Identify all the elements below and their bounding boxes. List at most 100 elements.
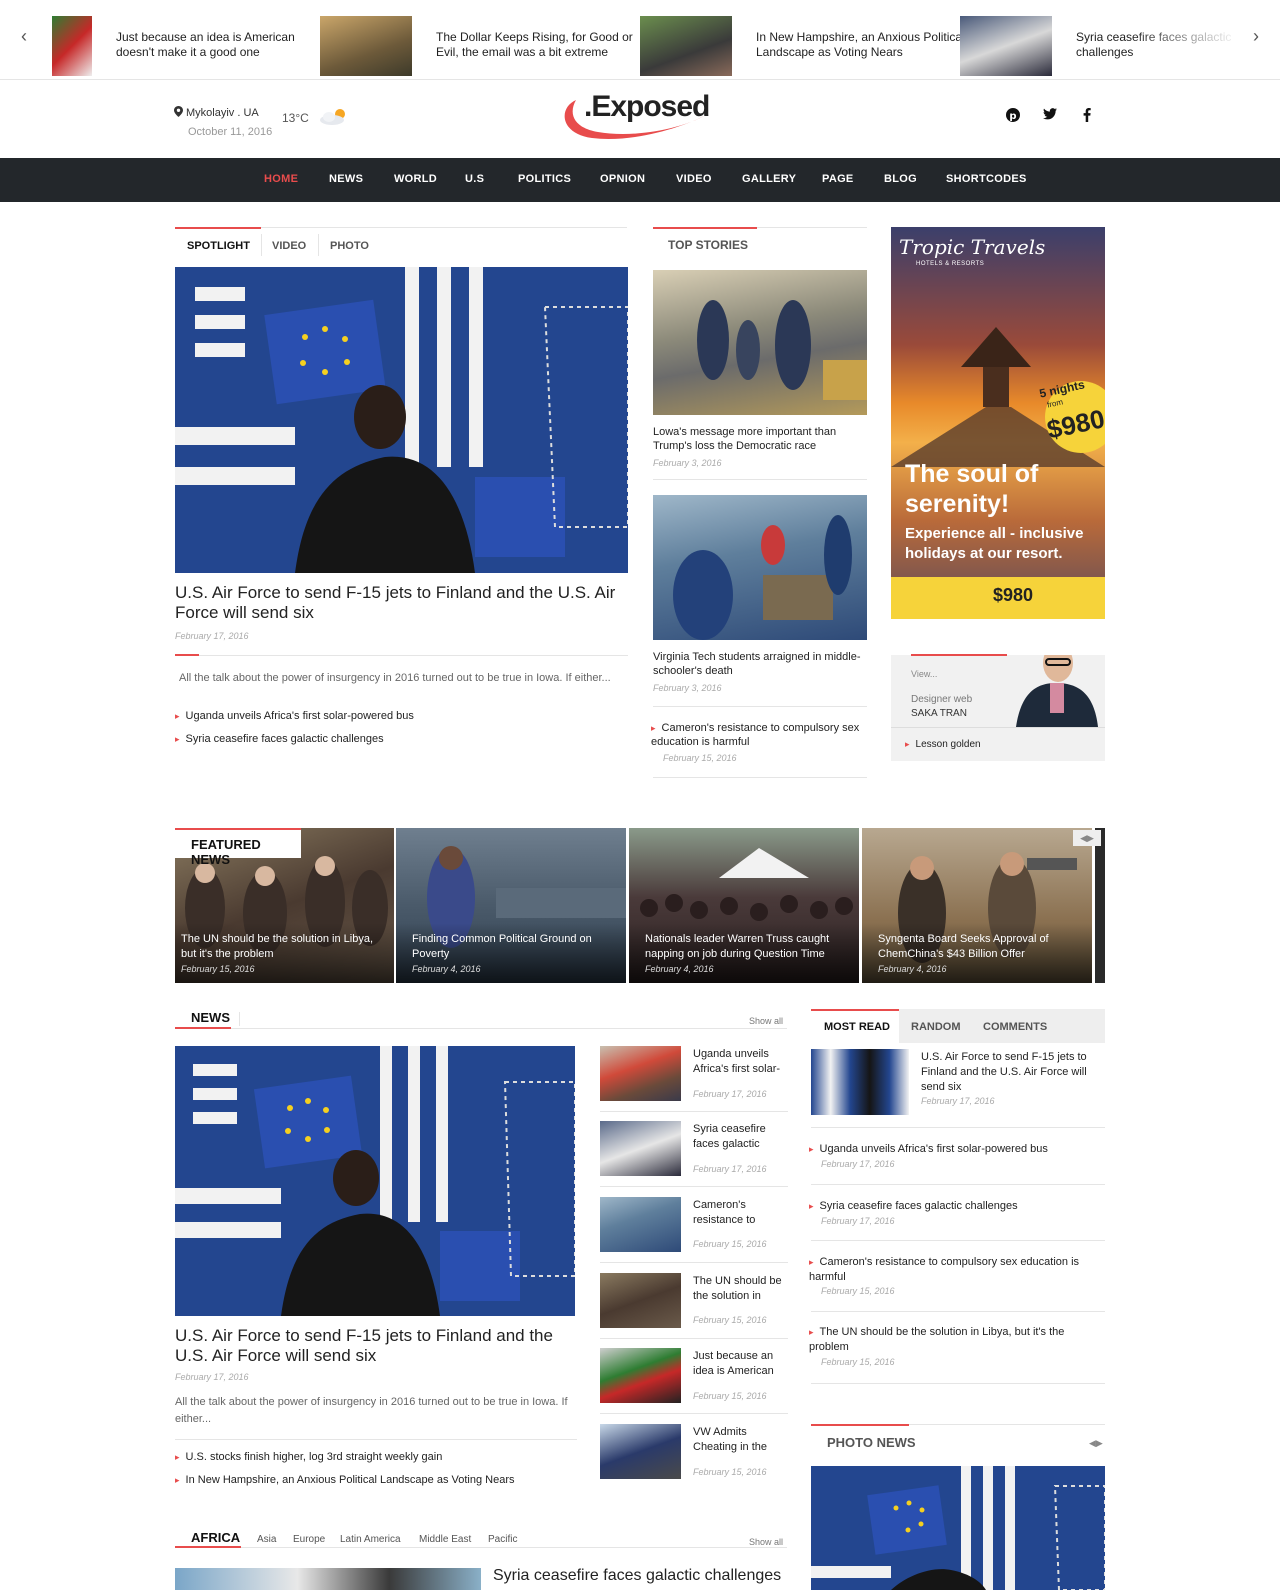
nav-item-blog[interactable]: BLOG	[884, 173, 917, 185]
tab-spotlight[interactable]: SPOTLIGHT	[187, 240, 250, 252]
nav-item-page[interactable]: PAGE	[822, 173, 854, 185]
tab-asia[interactable]: Asia	[257, 1534, 276, 1545]
tab-middle-east[interactable]: Middle East	[419, 1534, 471, 1545]
spotlight-date: February 17, 2016	[175, 631, 249, 641]
nav-item-shortcodes[interactable]: SHORTCODES	[946, 173, 1027, 185]
spotlight-link[interactable]: Syria ceasefire faces galactic challenge…	[175, 733, 384, 745]
temperature-text: 13°C	[282, 111, 309, 125]
spotlight-image[interactable]	[175, 267, 628, 573]
top-story-link[interactable]: Cameron's resistance to compulsory sex e…	[651, 721, 865, 749]
tab-latin-america[interactable]: Latin America	[340, 1534, 401, 1545]
ticker-item[interactable]: In New Hampshire, an Anxious Political L…	[640, 16, 965, 76]
news-side-title[interactable]: Syria ceasefire faces galactic	[693, 1122, 788, 1152]
photo-news-arrows-icon[interactable]: ◀▶	[1089, 1438, 1103, 1449]
news-main-title[interactable]: U.S. Air Force to send F-15 jets to Finl…	[175, 1326, 575, 1366]
tab-comments[interactable]: COMMENTS	[983, 1021, 1047, 1033]
news-link[interactable]: In New Hampshire, an Anxious Political L…	[175, 1474, 515, 1486]
news-heading: NEWS	[191, 1010, 230, 1025]
top-story-image[interactable]	[653, 270, 867, 415]
ticker-thumb	[640, 16, 732, 76]
location-text: Mykolayiv . UA	[186, 107, 259, 119]
news-side-thumb[interactable]	[600, 1348, 681, 1403]
svg-text:p: p	[1009, 111, 1016, 122]
nav-item-politics[interactable]: POLITICS	[518, 173, 571, 185]
pinterest-icon[interactable]: p	[1004, 108, 1022, 126]
most-read-thumb[interactable]	[811, 1049, 909, 1115]
tropic-travels-ad[interactable]: Tropic Travels HOTELS & RESORTS 5 nights…	[891, 227, 1105, 619]
news-side-thumb[interactable]	[600, 1273, 681, 1328]
nav-item-world[interactable]: WORLD	[394, 173, 437, 185]
ticker-item[interactable]: Just because an idea is American doesn't…	[52, 16, 352, 76]
news-side-title[interactable]: VW Admits Cheating in the	[693, 1425, 788, 1455]
africa-main-image[interactable]	[175, 1568, 481, 1590]
nav-item-opinion[interactable]: OPNION	[600, 173, 645, 185]
ad-brand-sub: HOTELS & RESORTS	[916, 261, 985, 267]
tab-europe[interactable]: Europe	[293, 1534, 325, 1545]
top-story-title[interactable]: Lowa's message more important than Trump…	[653, 425, 867, 453]
tab-africa[interactable]: AFRICA	[191, 1530, 240, 1545]
spotlight-title[interactable]: U.S. Air Force to send F-15 jets to Finl…	[175, 583, 628, 623]
featured-nav-arrows-icon[interactable]: ◀▶	[1073, 830, 1101, 846]
nav-item-us[interactable]: U.S	[465, 173, 484, 185]
news-side-thumb[interactable]	[600, 1197, 681, 1252]
featured-title: The UN should be the solution in Libya, …	[181, 933, 374, 960]
tab-video[interactable]: VIDEO	[272, 240, 306, 252]
africa-main-title[interactable]: Syria ceasefire faces galactic challenge…	[493, 1567, 793, 1585]
nav-item-home[interactable]: HOME	[264, 173, 298, 185]
top-story-title[interactable]: Virginia Tech students arraigned in midd…	[653, 650, 867, 678]
news-side-title[interactable]: Cameron's resistance to	[693, 1198, 788, 1228]
nav-item-video[interactable]: VIDEO	[676, 173, 712, 185]
profile-avatar	[1016, 655, 1098, 727]
tab-photo[interactable]: PHOTO	[330, 240, 369, 252]
news-side-thumb[interactable]	[600, 1121, 681, 1176]
ticker-item[interactable]: The Dollar Keeps Rising, for Good or Evi…	[320, 16, 640, 76]
most-read-item[interactable]: The UN should be the solution in Libya, …	[809, 1325, 1103, 1355]
profile-widget: View... Designer web SAKA TRAN	[891, 655, 1105, 727]
current-date: October 11, 2016	[188, 126, 273, 138]
most-read-item[interactable]: Cameron's resistance to compulsory sex e…	[809, 1255, 1103, 1285]
news-side-thumb[interactable]	[600, 1424, 681, 1479]
profile-view[interactable]: View...	[911, 669, 937, 679]
photo-news-image[interactable]	[811, 1466, 1105, 1590]
africa-show-all-link[interactable]: Show all	[749, 1537, 783, 1547]
news-main-image[interactable]	[175, 1046, 575, 1316]
divider	[653, 479, 867, 480]
location: Mykolayiv . UA	[174, 106, 259, 119]
featured-item[interactable]: Syngenta Board Seeks Approval of ChemChi…	[862, 828, 1092, 983]
ticker-title: The Dollar Keeps Rising, for Good or Evi…	[436, 30, 633, 59]
most-read-date: February 15, 2016	[821, 1357, 895, 1367]
site-logo[interactable]: .Exposed	[562, 90, 722, 146]
ticker-next-icon[interactable]: ›	[1246, 26, 1266, 50]
news-side-title[interactable]: The UN should be the solution in	[693, 1274, 788, 1304]
spotlight-link[interactable]: Uganda unveils Africa's first solar-powe…	[175, 710, 414, 722]
news-side-thumb[interactable]	[600, 1046, 681, 1101]
tab-separator	[239, 1012, 240, 1026]
photo-news-heading: PHOTO NEWS	[827, 1435, 916, 1450]
divider	[653, 706, 867, 707]
news-show-all-link[interactable]: Show all	[749, 1016, 783, 1026]
featured-item[interactable]: Nationals leader Warren Truss caught nap…	[629, 828, 859, 983]
most-read-top-title[interactable]: U.S. Air Force to send F-15 jets to Finl…	[921, 1050, 1101, 1095]
nav-item-news[interactable]: NEWS	[329, 173, 363, 185]
profile-link[interactable]: Lesson golden	[905, 739, 981, 750]
ticker-thumb	[320, 16, 412, 76]
nav-item-gallery[interactable]: GALLERY	[742, 173, 796, 185]
ticker-prev-icon[interactable]: ‹	[14, 26, 34, 50]
most-read-item[interactable]: Syria ceasefire faces galactic challenge…	[809, 1199, 1103, 1214]
top-story-image[interactable]	[653, 495, 867, 640]
tab-pacific[interactable]: Pacific	[488, 1534, 517, 1545]
news-side-title[interactable]: Just because an idea is American	[693, 1349, 788, 1379]
facebook-icon[interactable]	[1078, 107, 1096, 126]
tab-most-read[interactable]: MOST READ	[824, 1021, 890, 1033]
top-story-date: February 3, 2016	[653, 683, 722, 693]
tab-separator	[261, 234, 262, 256]
most-read-tabbar: MOST READ RANDOM COMMENTS	[811, 1009, 1105, 1043]
twitter-icon[interactable]	[1041, 108, 1059, 126]
news-link[interactable]: U.S. stocks finish higher, log 3rd strai…	[175, 1451, 443, 1463]
featured-item[interactable]: Finding Common Political Ground on Pover…	[396, 828, 626, 983]
news-side-title[interactable]: Uganda unveils Africa's first solar-	[693, 1047, 788, 1077]
most-read-item[interactable]: Uganda unveils Africa's first solar-powe…	[809, 1142, 1103, 1157]
tab-random[interactable]: RANDOM	[911, 1021, 961, 1033]
ad-sub: Experience all - inclusive holidays at o…	[905, 525, 1084, 562]
ticker-thumb	[960, 16, 1052, 76]
